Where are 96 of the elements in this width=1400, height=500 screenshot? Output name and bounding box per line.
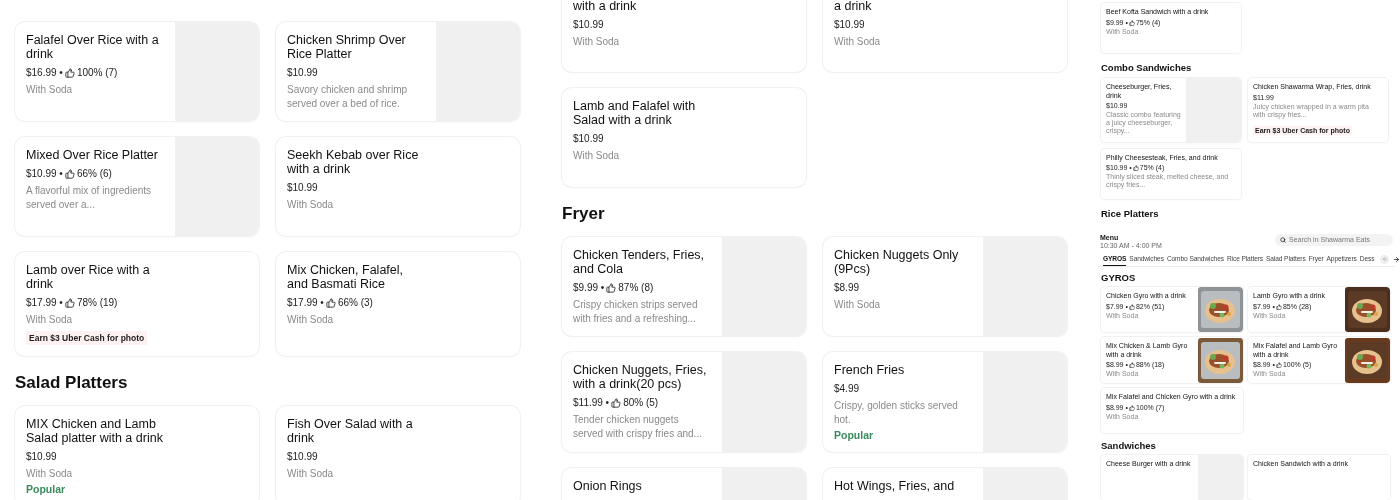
- item-description: With Soda: [26, 466, 74, 480]
- item-price: $9.99 •: [573, 281, 605, 294]
- item-title: Onion Rings: [573, 479, 643, 493]
- section-heading: Rice Platters: [1101, 207, 1160, 219]
- menu-item-card[interactable]: Chicken Tenders, Fries, and Cola $9.99 • 87% (8) Crispy chicken strips served with fries and a refreshing...: [562, 237, 806, 336]
- item-description: Savory chicken and shrimp served over a bed of rice.: [287, 83, 409, 110]
- menu-item-card[interactable]: Onion Rings: [562, 468, 806, 500]
- thumbs-up-icon: [1275, 362, 1282, 368]
- thumbs-up-icon: [1128, 404, 1135, 411]
- item-price: $10.99: [287, 449, 318, 463]
- item-price: $10.99: [834, 18, 865, 31]
- item-price: $10.99: [287, 181, 318, 194]
- item-price: $10.99: [26, 449, 57, 463]
- item-rating: 100% (7): [76, 66, 118, 79]
- thumbs-up-icon: [64, 168, 75, 179]
- item-price: $17.99 •: [287, 296, 324, 309]
- menu-item-card[interactable]: Lamb over Rice with a drink $17.99 • 78% (19) With Soda Earn $3 Uber Cash for photo: [15, 252, 259, 356]
- arrow-right-icon: [1393, 255, 1400, 263]
- item-title: Mixed Over Rice Platter: [26, 148, 159, 162]
- item-description: Crispy, golden sticks served hot.: [834, 399, 959, 426]
- item-title: Lamb and Falafel with Salad with a drink: [573, 99, 697, 127]
- section-heading: Salad Platters: [15, 372, 129, 393]
- menu-item-card[interactable]: Seekh Kebab over Rice with a drink $10.99 With Soda: [276, 137, 520, 236]
- item-description: With Soda: [287, 466, 335, 480]
- item-rating: 80% (5): [623, 396, 659, 409]
- item-title: Chicken Tenders, Fries, and Cola: [573, 248, 706, 276]
- menu-item-card[interactable]: Mixed Over Rice Platter $10.99 • 66% (6) A flavorful mix of ingredients served over a...: [15, 137, 259, 236]
- menu-item-card[interactable]: Lamb and Falafel with Salad with a drink $10.99 With Soda: [562, 88, 806, 187]
- thumbs-up-icon: [64, 297, 75, 308]
- arrow-left-icon: [1381, 256, 1388, 262]
- item-title: Hot Wings, Fries, and: [834, 479, 956, 493]
- item-description: With Soda: [26, 313, 74, 327]
- popular-tag: Popular: [834, 429, 972, 441]
- thumbs-up-icon: [64, 67, 75, 78]
- menu-item-card[interactable]: MIX Chicken and Lamb Salad platter with a drink $10.99 With Soda Popular: [15, 405, 259, 500]
- item-title: Falafel Over Rice with a drink: [26, 33, 160, 61]
- menu-item-card[interactable]: French Fries $4.99 Crispy, golden sticks served hot. Popular: [823, 352, 1067, 452]
- section-heading: Fryer: [562, 204, 606, 224]
- item-title: Lamb over Rice with a drink: [26, 263, 151, 291]
- item-description: With Soda: [573, 35, 621, 49]
- item-price: $16.99 •: [26, 66, 63, 79]
- item-title: Chicken Nuggets, Fries, with a drink(20 pcs): [573, 363, 708, 391]
- menu-item-card[interactable]: Chicken Nuggets, Fries, with a drink(20 pcs) $11.99 • 80% (5) Tender chicken nuggets served with crispy fries and...: [562, 352, 806, 452]
- popular-tag: Popular: [26, 483, 164, 495]
- item-description: With Soda: [834, 298, 882, 312]
- item-description: With Soda: [834, 35, 882, 49]
- item-description: Crispy chicken strips served with fries and a refreshing...: [573, 298, 699, 325]
- item-rating: 87% (8): [618, 281, 654, 294]
- menu-item-card[interactable]: Chicken Shrimp Over Rice Platter $10.99 Savory chicken and shrimp served over a bed of rice.: [276, 22, 520, 121]
- item-price: $10.99: [573, 132, 604, 145]
- section-heading: Sandwiches: [1101, 440, 1157, 451]
- thumbs-up-icon: [1128, 362, 1135, 368]
- section-heading: GYROS: [1101, 272, 1137, 283]
- item-title: Mix Chicken, Falafel, and Basmati Rice: [287, 263, 404, 291]
- item-title: MIX Chicken and Lamb Salad platter with a drink: [26, 416, 164, 445]
- item-price: $11.99 •: [573, 396, 610, 409]
- section-heading: Combo Sandwiches: [1101, 62, 1193, 73]
- scroll-right-button[interactable]: [1392, 254, 1400, 264]
- item-rating: 66% (3): [337, 296, 373, 309]
- item-title: Seekh Kebab over Rice with a drink: [287, 148, 420, 176]
- item-price: $4.99: [834, 382, 860, 395]
- item-title: a drink: [834, 0, 873, 13]
- menu-item-card[interactable]: Fish Over Salad with a drink $10.99 With Soda: [276, 405, 520, 500]
- item-price: $10.99: [287, 66, 318, 79]
- item-title: Chicken Nuggets Only (9Pcs): [834, 248, 960, 276]
- menu-item-card[interactable]: Mix Chicken, Falafel, and Basmati Rice $17.99 • 66% (3) With Soda: [276, 252, 520, 356]
- item-description: With Soda: [573, 149, 621, 163]
- menu-item-card[interactable]: Falafel Over Rice with a drink $16.99 • 100% (7) With Soda: [15, 22, 259, 121]
- promo-label: Earn $3 Uber Cash for photo: [26, 330, 148, 345]
- thumbs-up-icon: [1128, 303, 1135, 310]
- item-price: $10.99: [573, 18, 604, 31]
- item-price: $8.99: [834, 281, 860, 294]
- item-description: With Soda: [287, 313, 335, 327]
- menu-item-card[interactable]: Hot Wings, Fries, and: [823, 468, 1067, 500]
- item-description: With Soda: [287, 198, 335, 212]
- item-price: $10.99 •: [26, 167, 63, 180]
- menu-item-card[interactable]: Chicken Nuggets Only (9Pcs) $8.99 With Soda: [823, 237, 1067, 336]
- item-title: French Fries: [834, 363, 906, 377]
- thumbs-up-icon: [325, 297, 336, 308]
- item-title: Fish Over Salad with a drink: [287, 416, 414, 445]
- thumbs-up-icon: [1275, 303, 1282, 310]
- menu-item-card[interactable]: with a drink $10.99 With Soda: [562, 0, 806, 72]
- thumbs-up-icon: [606, 282, 617, 293]
- item-description: A flavorful mix of ingredients served over a...: [26, 184, 153, 211]
- item-price: $17.99 •: [26, 296, 63, 309]
- thumbs-up-icon: [611, 397, 622, 408]
- item-title: with a drink: [573, 0, 638, 13]
- item-rating: 78% (19): [76, 296, 118, 309]
- item-description: Tender chicken nuggets served with crispy fries and...: [573, 413, 703, 440]
- item-description: With Soda: [26, 83, 74, 97]
- thumbs-up-icon: [1128, 19, 1135, 26]
- item-rating: 66% (6): [76, 167, 112, 180]
- menu-item-card[interactable]: a drink $10.99 With Soda: [823, 0, 1067, 72]
- thumbs-up-icon: [1132, 165, 1139, 171]
- item-title: Chicken Shrimp Over Rice Platter: [287, 33, 407, 61]
- search-icon: [1280, 236, 1286, 243]
